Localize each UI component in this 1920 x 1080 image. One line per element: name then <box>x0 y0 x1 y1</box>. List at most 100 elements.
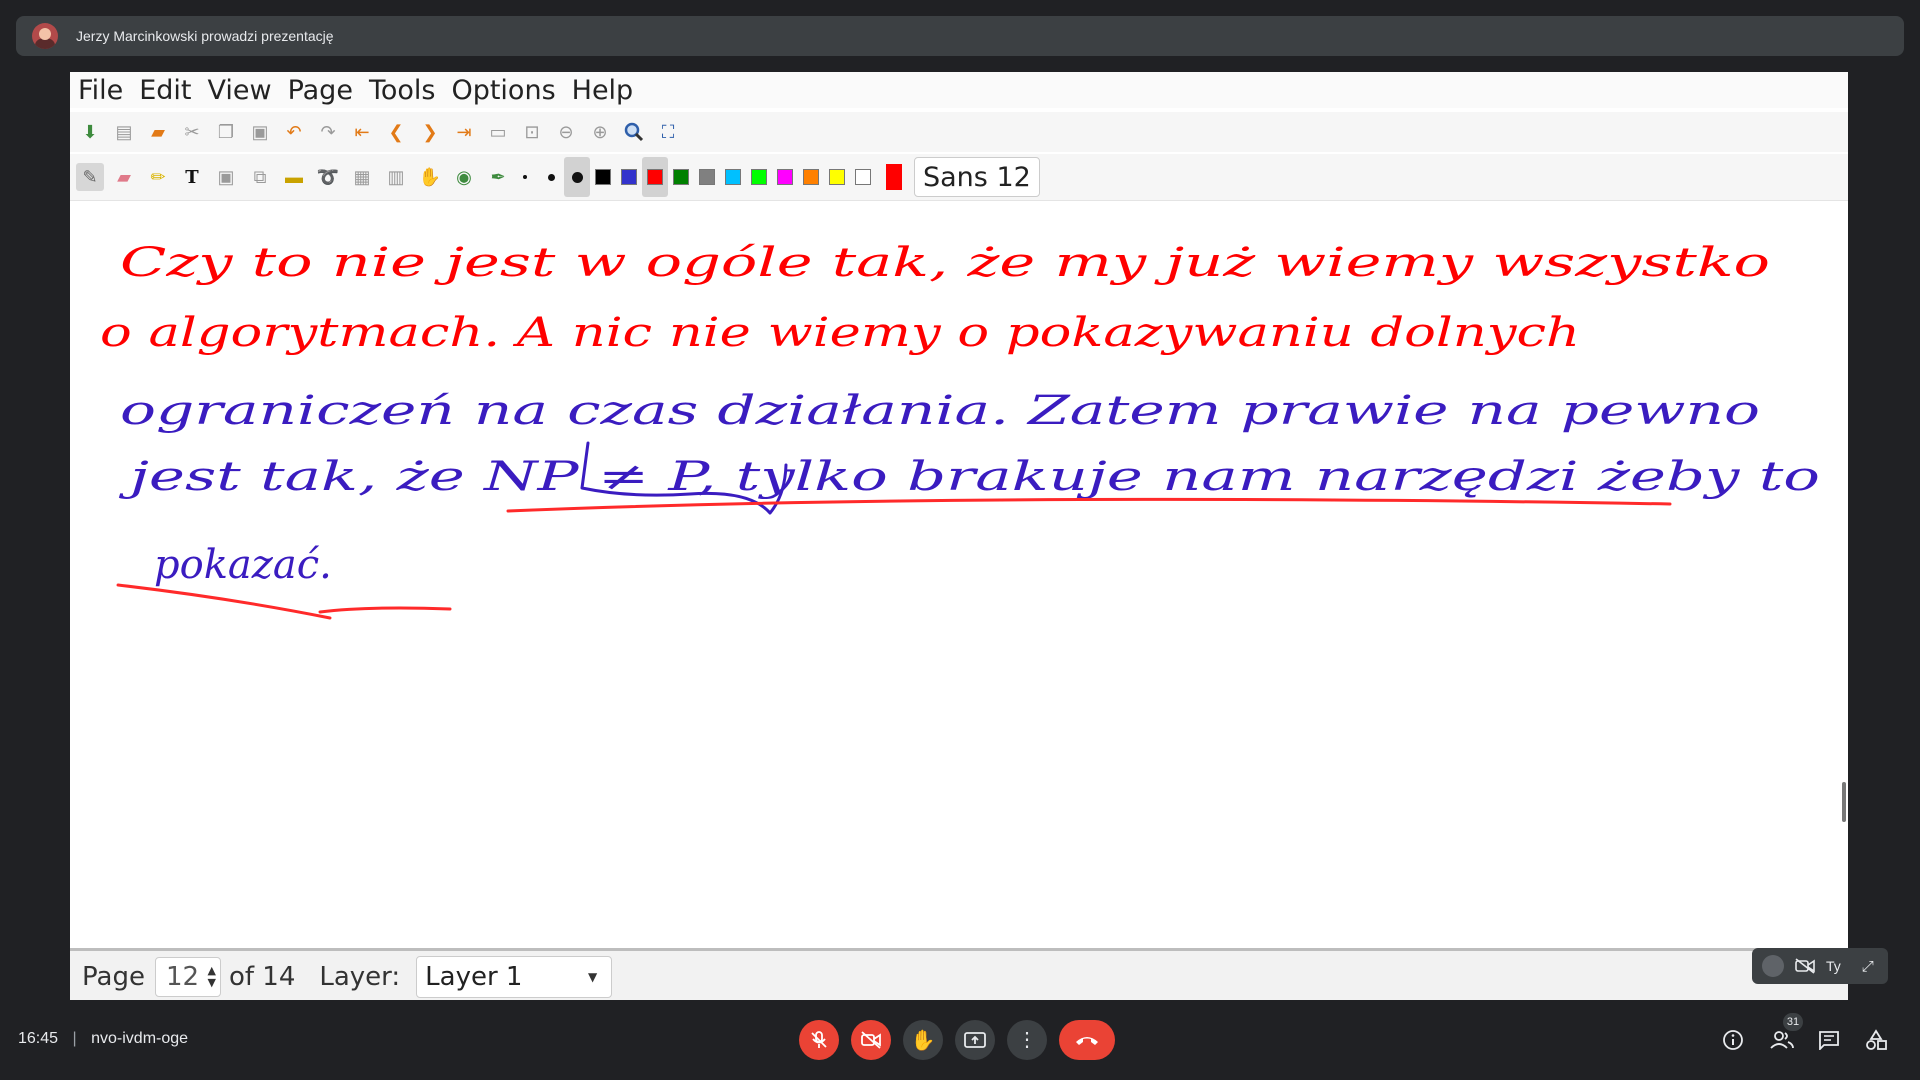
chevron-down-icon: ▼ <box>587 970 598 984</box>
menu-tools[interactable]: Tools <box>369 75 436 106</box>
meeting-code: nvo-ivdm-oge <box>91 1030 189 1047</box>
page-number-value: 12 <box>165 962 200 992</box>
color-swatch-fill <box>647 169 663 185</box>
color-swatch[interactable] <box>746 157 772 197</box>
menu-view[interactable]: View <box>207 75 271 106</box>
color-swatch-fill <box>803 169 819 185</box>
rect-select-icon[interactable]: ▦ <box>348 163 376 191</box>
hand-tool-icon[interactable]: ✋ <box>416 163 444 191</box>
handwriting-line-1: Czy to nie jest w ogóle tak, że my już w… <box>120 240 1770 286</box>
menu-help[interactable]: Help <box>572 75 634 106</box>
color-swatch[interactable] <box>824 157 850 197</box>
color-swatch-fill <box>595 169 611 185</box>
color-swatch[interactable] <box>720 157 746 197</box>
page-label: Page <box>82 962 145 992</box>
zoom-out-icon[interactable]: ⊖ <box>552 118 580 146</box>
info-icon <box>1723 1030 1743 1050</box>
color-swatch-fill <box>855 169 871 185</box>
first-page-icon[interactable]: ⇤ <box>348 118 376 146</box>
meeting-separator: | <box>72 1030 77 1047</box>
undo-icon[interactable]: ↶ <box>280 118 308 146</box>
shapes-icon <box>1866 1029 1887 1050</box>
handwriting-line-4: jest tak, że NP ≠ P, tylko brakuje nam n… <box>118 454 1820 500</box>
participants-badge: 31 <box>1783 1013 1803 1031</box>
self-view-tile[interactable]: Ty ⤢ <box>1752 948 1888 984</box>
menu-file[interactable]: File <box>78 75 123 106</box>
present-button[interactable] <box>955 1020 995 1060</box>
meeting-details-button[interactable] <box>1719 1026 1747 1054</box>
new-page-icon[interactable]: ▤ <box>110 118 138 146</box>
pen-icon[interactable]: ✎ <box>76 163 104 191</box>
zoom-in-icon[interactable]: ⊕ <box>586 118 614 146</box>
thickness-thick[interactable] <box>564 157 590 197</box>
lasso-select-icon[interactable]: ➰ <box>314 163 342 191</box>
present-screen-icon <box>964 1032 986 1048</box>
chat-icon <box>1819 1031 1839 1050</box>
thickness-fine[interactable] <box>512 157 538 197</box>
previous-page-icon[interactable]: ❮ <box>382 118 410 146</box>
more-vert-icon: ⋮ <box>1017 1029 1037 1051</box>
cut-icon[interactable]: ✂ <box>178 118 206 146</box>
canvas-scrollbar[interactable] <box>1842 782 1846 822</box>
fit-page-icon[interactable]: ⊡ <box>518 118 546 146</box>
thickness-medium[interactable] <box>538 157 564 197</box>
presenter-title: Jerzy Marcinkowski prowadzi prezentację <box>76 28 334 44</box>
default-pen-icon[interactable]: ✒ <box>484 163 512 191</box>
presenter-banner: Jerzy Marcinkowski prowadzi prezentację <box>16 16 1904 56</box>
more-options-button[interactable]: ⋮ <box>1007 1020 1047 1060</box>
next-page-icon[interactable]: ❯ <box>416 118 444 146</box>
camera-off-icon <box>861 1031 881 1049</box>
color-swatch[interactable] <box>590 157 616 197</box>
shape-recognizer-icon[interactable]: ⧉ <box>246 163 274 191</box>
color-palette <box>590 157 876 197</box>
color-swatch[interactable] <box>694 157 720 197</box>
microphone-button[interactable] <box>799 1020 839 1060</box>
highlighter-icon[interactable]: ✏ <box>144 163 172 191</box>
people-icon <box>1770 1031 1794 1049</box>
redo-icon[interactable]: ↷ <box>314 118 342 146</box>
hand-icon: ✋ <box>910 1029 936 1052</box>
text-tool-icon[interactable]: T <box>178 163 206 191</box>
page-status-bar: Page 12 ▲ ▼ of 14 Layer: Layer 1 ▼ <box>70 948 1848 1000</box>
color-swatch[interactable] <box>772 157 798 197</box>
color-swatch-fill <box>699 169 715 185</box>
chat-button[interactable] <box>1815 1026 1843 1054</box>
last-page-icon[interactable]: ⇥ <box>450 118 478 146</box>
color-swatch[interactable] <box>668 157 694 197</box>
copy-icon[interactable]: ❐ <box>212 118 240 146</box>
eraser-icon[interactable]: ▰ <box>110 163 138 191</box>
layer-select[interactable]: Layer 1 ▼ <box>416 956 613 998</box>
spinner-arrows-icon[interactable]: ▲ ▼ <box>207 965 215 989</box>
page-width-icon[interactable]: ▭ <box>484 118 512 146</box>
save-icon[interactable]: ⬇ <box>76 118 104 146</box>
raise-hand-button[interactable]: ✋ <box>903 1020 943 1060</box>
menu-options[interactable]: Options <box>451 75 555 106</box>
current-color-button[interactable] <box>886 164 902 190</box>
meeting-controls-bar: 16:45 | nvo-ivdm-oge ✋ ⋮ <box>0 1010 1920 1070</box>
vertical-space-icon[interactable]: ▥ <box>382 163 410 191</box>
menu-page[interactable]: Page <box>288 75 353 106</box>
camera-button[interactable] <box>851 1020 891 1060</box>
expand-icon[interactable]: ⤢ <box>1857 955 1879 977</box>
activities-button[interactable] <box>1862 1026 1890 1054</box>
presenter-avatar <box>32 23 58 49</box>
paste-icon[interactable]: ▣ <box>246 118 274 146</box>
leave-call-button[interactable] <box>1059 1020 1115 1060</box>
layer-select-value: Layer 1 <box>425 962 523 992</box>
note-canvas[interactable]: Czy to nie jest w ogóle tak, że my już w… <box>70 200 1848 1000</box>
menu-edit[interactable]: Edit <box>139 75 191 106</box>
color-swatch[interactable] <box>798 157 824 197</box>
color-swatch[interactable] <box>850 157 876 197</box>
image-tool-icon[interactable]: ▣ <box>212 163 240 191</box>
page-number-spinner[interactable]: 12 ▲ ▼ <box>154 957 221 997</box>
fullscreen-icon[interactable]: ⛶ <box>654 118 682 146</box>
font-button[interactable]: Sans 12 <box>914 157 1040 197</box>
tools-toolbar: ✎ ▰ ✏ T ▣ ⧉ ▬ ➰ ▦ ▥ ✋ ◉ ✒ Sans 12 <box>70 154 1848 201</box>
page-total: of 14 <box>228 962 296 992</box>
ruler-icon[interactable]: ▬ <box>280 163 308 191</box>
default-tool-icon[interactable]: ◉ <box>450 163 478 191</box>
color-swatch[interactable] <box>642 157 668 197</box>
open-folder-icon[interactable]: ▰ <box>144 118 172 146</box>
color-swatch[interactable] <box>616 157 642 197</box>
search-icon[interactable] <box>620 118 648 146</box>
